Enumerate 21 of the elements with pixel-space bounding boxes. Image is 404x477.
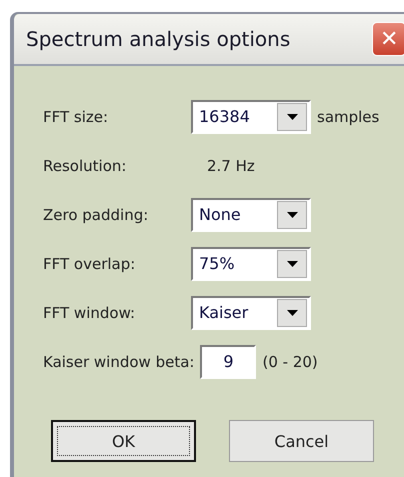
- resolution-value: 2.7 Hz: [207, 156, 255, 174]
- caret-icon: [286, 114, 298, 120]
- caret-icon: [286, 212, 298, 218]
- field-label: FFT size:: [43, 108, 110, 126]
- dialog-button[interactable]: OK: [51, 420, 196, 462]
- field-label: Kaiser window beta:: [43, 352, 194, 370]
- field-label: FFT overlap:: [43, 254, 136, 272]
- dropdown[interactable]: Kaiser: [191, 296, 311, 330]
- dropdown[interactable]: 75%: [191, 246, 311, 280]
- dialog-button[interactable]: Cancel: [229, 420, 374, 462]
- unit-label: (0 - 20): [262, 352, 318, 370]
- caret-icon: [286, 310, 298, 316]
- field-label: FFT window:: [43, 304, 136, 322]
- caret-icon: [286, 260, 298, 266]
- unit-label: samples: [317, 108, 380, 126]
- dropdown[interactable]: 16384: [191, 100, 311, 134]
- beta-input[interactable]: 9: [200, 344, 256, 378]
- field-label: Zero padding:: [43, 206, 150, 224]
- field-label: Resolution:: [43, 156, 128, 174]
- dropdown[interactable]: None: [191, 198, 311, 232]
- window-title: Spectrum analysis options: [26, 27, 290, 51]
